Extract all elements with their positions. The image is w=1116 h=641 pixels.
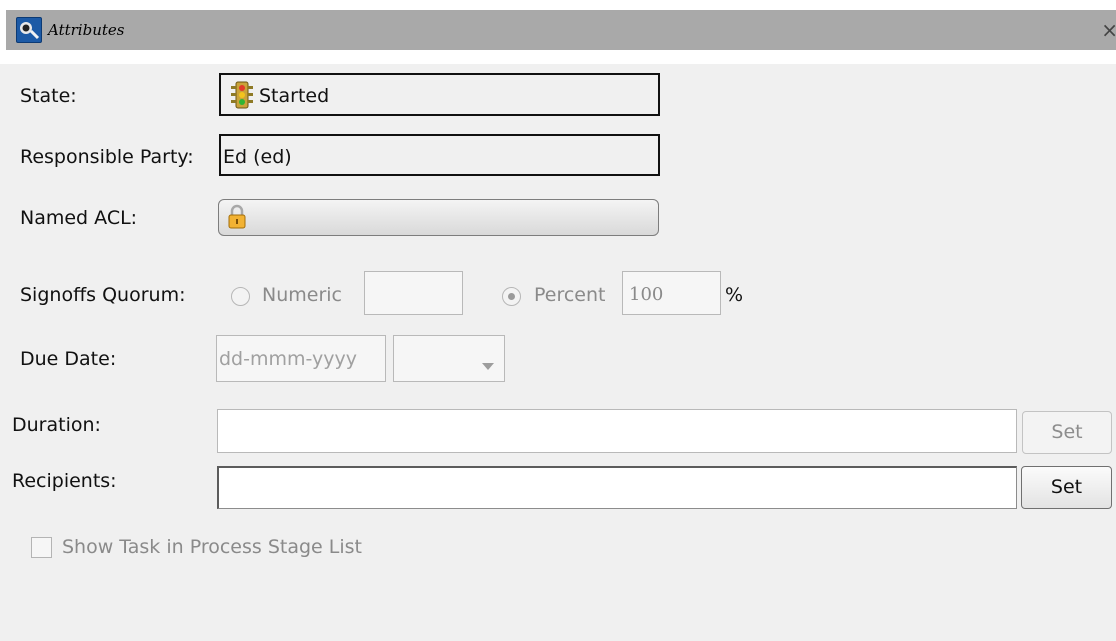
title-bar: Attributes ×: [0, 0, 1116, 64]
attributes-icon: [16, 17, 42, 43]
numeric-input[interactable]: [364, 271, 463, 315]
responsible-party-field: Ed (ed): [219, 134, 660, 176]
percent-sign: %: [725, 284, 744, 306]
due-date-placeholder: dd-mmm-yyyy: [219, 348, 358, 370]
due-date-input[interactable]: dd-mmm-yyyy: [216, 335, 386, 382]
responsible-party-value: Ed (ed): [223, 146, 292, 168]
responsible-party-label: Responsible Party:: [20, 146, 194, 168]
state-value: Started: [259, 85, 330, 107]
attributes-panel: Attributes × State: Started Responsible …: [0, 0, 1116, 641]
percent-value: 100: [629, 284, 664, 305]
lock-icon: [227, 204, 247, 234]
duration-label: Duration:: [12, 414, 101, 436]
due-time-dropdown[interactable]: [393, 335, 505, 382]
state-field: Started: [219, 73, 660, 116]
duration-set-button[interactable]: Set: [1022, 411, 1112, 454]
chevron-down-icon: [482, 356, 494, 375]
title-strip: Attributes ×: [6, 10, 1116, 50]
window-title: Attributes: [48, 21, 125, 39]
show-task-checkbox[interactable]: [31, 537, 52, 558]
named-acl-label: Named ACL:: [20, 207, 138, 229]
state-label: State:: [20, 85, 77, 107]
signoffs-quorum-label: Signoffs Quorum:: [20, 284, 186, 306]
close-icon[interactable]: ×: [1101, 18, 1116, 42]
due-date-label: Due Date:: [20, 348, 117, 370]
percent-radio[interactable]: [502, 287, 521, 306]
recipients-set-button[interactable]: Set: [1021, 466, 1112, 509]
duration-input[interactable]: [217, 409, 1017, 453]
recipients-label: Recipients:: [12, 470, 117, 492]
percent-label: Percent: [534, 284, 606, 306]
numeric-label: Numeric: [262, 284, 342, 306]
named-acl-button[interactable]: [218, 199, 659, 236]
show-task-label: Show Task in Process Stage List: [62, 536, 362, 558]
traffic-light-icon: [229, 81, 255, 113]
recipients-input[interactable]: [217, 466, 1017, 509]
numeric-radio[interactable]: [231, 287, 250, 306]
percent-input[interactable]: 100: [622, 271, 721, 315]
